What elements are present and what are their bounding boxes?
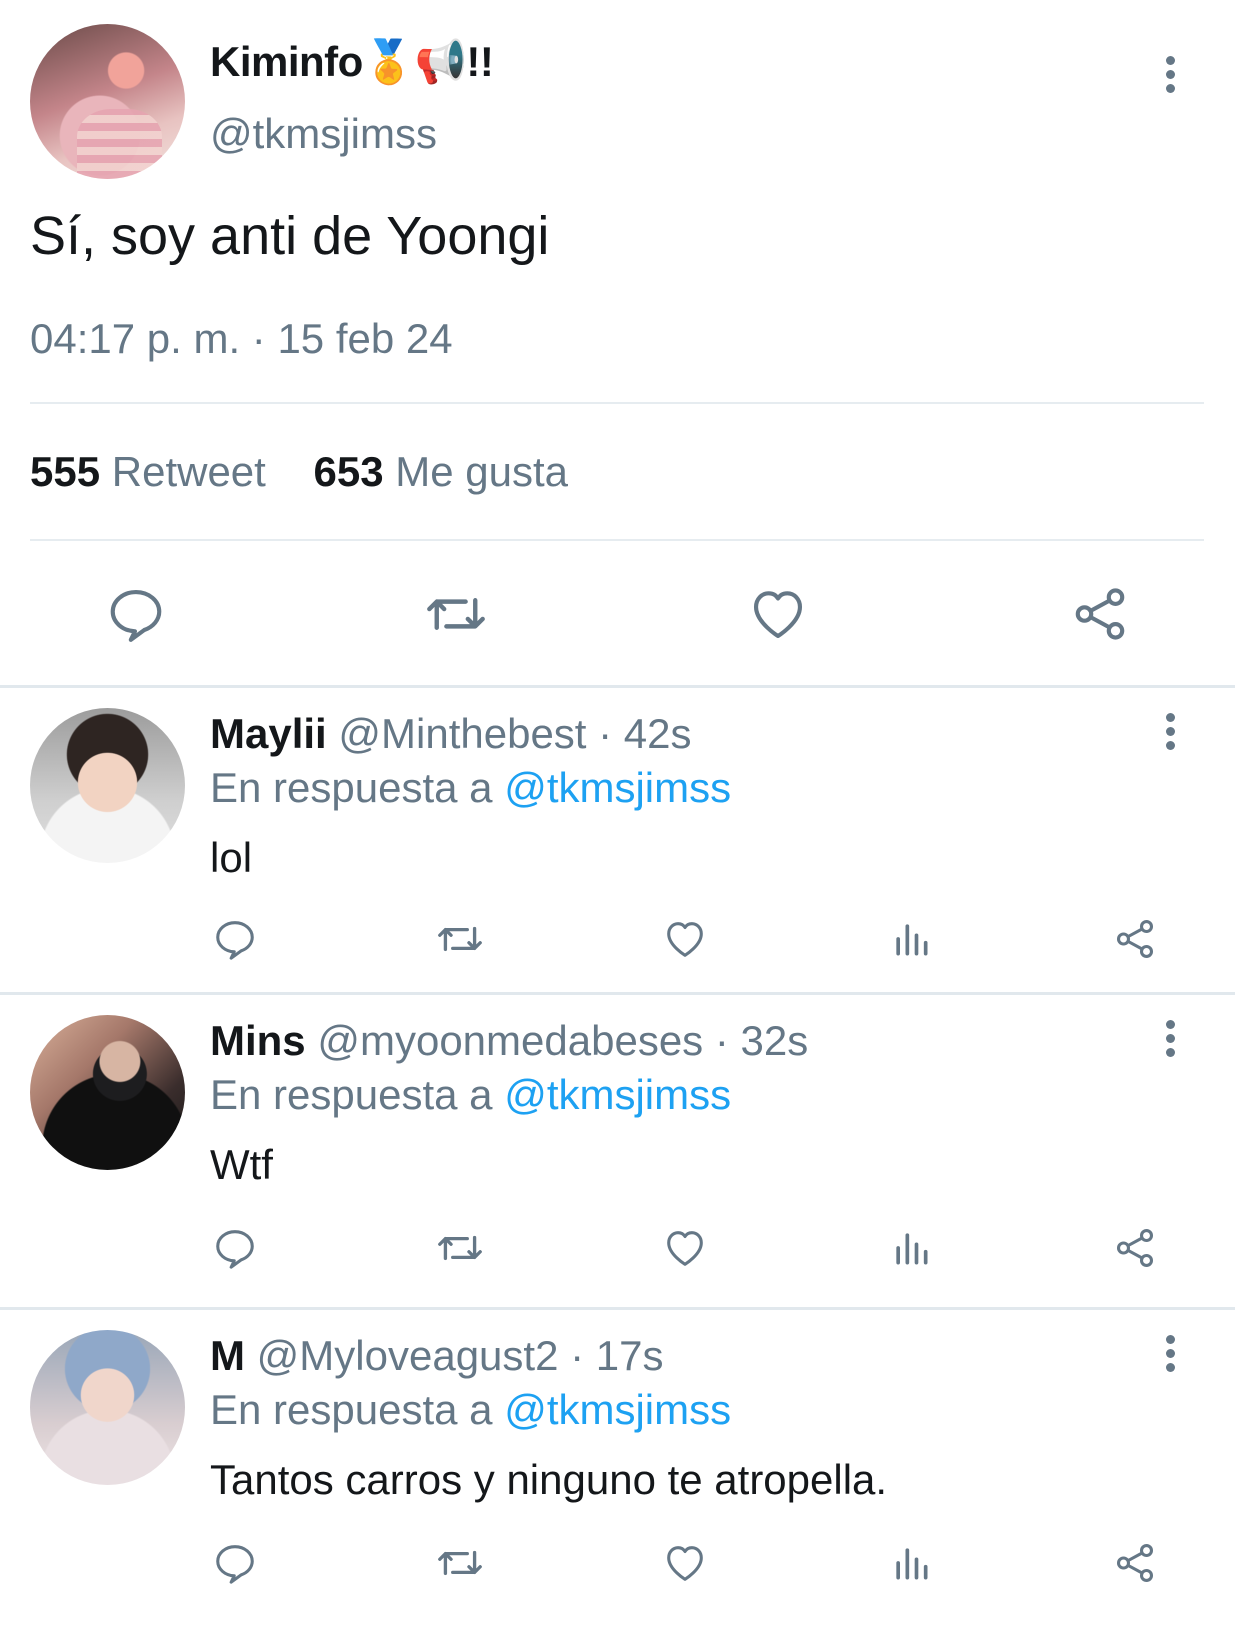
reply-time: · 32s xyxy=(714,1017,809,1064)
reply-button[interactable] xyxy=(210,1223,260,1273)
share-icon xyxy=(1112,1225,1158,1271)
in-reply-to: En respuesta a @tkmsjimss xyxy=(210,1071,731,1119)
divider xyxy=(30,402,1204,404)
analytics-button[interactable] xyxy=(886,1538,936,1588)
share-button[interactable] xyxy=(1110,1538,1160,1588)
more-icon[interactable] xyxy=(1166,1020,1176,1060)
retweet-icon xyxy=(435,914,485,964)
like-count[interactable]: 653 xyxy=(314,448,384,495)
reply-header: Mins @myoonmedabeses · 32s xyxy=(210,1017,808,1065)
in-reply-prefix: En respuesta a xyxy=(210,1386,493,1433)
in-reply-handle-link[interactable]: @tkmsjimss xyxy=(504,764,731,811)
retweet-button[interactable] xyxy=(420,578,492,650)
reply-tweet[interactable]: M @Myloveagust2 · 17s En respuesta a @tk… xyxy=(0,1310,1235,1626)
in-reply-prefix: En respuesta a xyxy=(210,764,493,811)
analytics-icon xyxy=(889,1226,933,1270)
reply-time: · 42s xyxy=(598,710,692,757)
retweet-button[interactable] xyxy=(435,914,485,964)
avatar[interactable] xyxy=(30,1330,185,1485)
divider xyxy=(30,539,1204,541)
heart-icon xyxy=(662,1225,708,1271)
retweet-count[interactable]: 555 xyxy=(30,448,100,495)
share-icon xyxy=(1069,583,1131,645)
like-label[interactable]: Me gusta xyxy=(395,448,568,495)
analytics-icon xyxy=(889,1541,933,1585)
display-name[interactable]: M xyxy=(210,1332,245,1379)
share-button[interactable] xyxy=(1110,914,1160,964)
more-icon[interactable] xyxy=(1166,1335,1176,1375)
main-tweet: Kiminfo🏅📢!! @tkmsjimss Sí, soy anti de Y… xyxy=(0,0,1235,686)
tweet-text: Sí, soy anti de Yoongi xyxy=(30,206,550,266)
display-name[interactable]: Mins xyxy=(210,1017,306,1064)
avatar[interactable] xyxy=(30,24,185,179)
like-button[interactable] xyxy=(742,578,814,650)
user-handle[interactable]: @Myloveagust2 xyxy=(257,1332,559,1379)
more-icon[interactable] xyxy=(1166,56,1176,96)
user-handle[interactable]: @Minthebest xyxy=(338,710,586,757)
user-handle[interactable]: @myoonmedabeses xyxy=(317,1017,703,1064)
display-name[interactable]: Kiminfo🏅📢!! xyxy=(210,38,494,87)
reply-header: Maylii @Minthebest · 42s xyxy=(210,710,692,758)
reply-text: Wtf xyxy=(210,1141,273,1188)
tweet-timestamp: 04:17 p. m. · 15 feb 24 xyxy=(30,315,453,362)
reply-icon xyxy=(212,1540,258,1586)
heart-icon xyxy=(662,1540,708,1586)
reply-text: lol xyxy=(210,834,253,881)
reply-button[interactable] xyxy=(210,1538,260,1588)
reply-tweet[interactable]: Mins @myoonmedabeses · 32s En respuesta … xyxy=(0,995,1235,1306)
share-button[interactable] xyxy=(1110,1223,1160,1273)
reply-time: · 17s xyxy=(570,1332,664,1379)
share-icon xyxy=(1112,916,1158,962)
like-button[interactable] xyxy=(660,914,710,964)
reply-icon xyxy=(105,583,167,645)
like-button[interactable] xyxy=(660,1223,710,1273)
in-reply-prefix: En respuesta a xyxy=(210,1071,493,1118)
more-icon[interactable] xyxy=(1166,713,1176,753)
retweet-icon xyxy=(435,1223,485,1273)
reply-text: Tantos carros y ninguno te atropella. xyxy=(210,1456,888,1503)
retweet-button[interactable] xyxy=(435,1223,485,1273)
avatar[interactable] xyxy=(30,1015,185,1170)
in-reply-to: En respuesta a @tkmsjimss xyxy=(210,764,731,812)
reply-header: M @Myloveagust2 · 17s xyxy=(210,1332,664,1380)
avatar[interactable] xyxy=(30,708,185,863)
retweet-label[interactable]: Retweet xyxy=(112,448,266,495)
in-reply-handle-link[interactable]: @tkmsjimss xyxy=(504,1071,731,1118)
tweet-stats: 555 Retweet 653 Me gusta xyxy=(30,448,568,496)
retweet-icon xyxy=(423,581,489,647)
reply-tweet[interactable]: Maylii @Minthebest · 42s En respuesta a … xyxy=(0,688,1235,991)
retweet-icon xyxy=(435,1538,485,1588)
analytics-icon xyxy=(889,917,933,961)
analytics-button[interactable] xyxy=(886,1223,936,1273)
share-button[interactable] xyxy=(1064,578,1136,650)
in-reply-handle-link[interactable]: @tkmsjimss xyxy=(504,1386,731,1433)
heart-icon xyxy=(662,916,708,962)
user-handle[interactable]: @tkmsjimss xyxy=(210,110,437,158)
heart-icon xyxy=(747,583,809,645)
like-button[interactable] xyxy=(660,1538,710,1588)
reply-icon xyxy=(212,916,258,962)
retweet-button[interactable] xyxy=(435,1538,485,1588)
reply-icon xyxy=(212,1225,258,1271)
analytics-button[interactable] xyxy=(886,914,936,964)
in-reply-to: En respuesta a @tkmsjimss xyxy=(210,1386,731,1434)
display-name[interactable]: Maylii xyxy=(210,710,327,757)
reply-button[interactable] xyxy=(100,578,172,650)
reply-button[interactable] xyxy=(210,914,260,964)
share-icon xyxy=(1112,1540,1158,1586)
